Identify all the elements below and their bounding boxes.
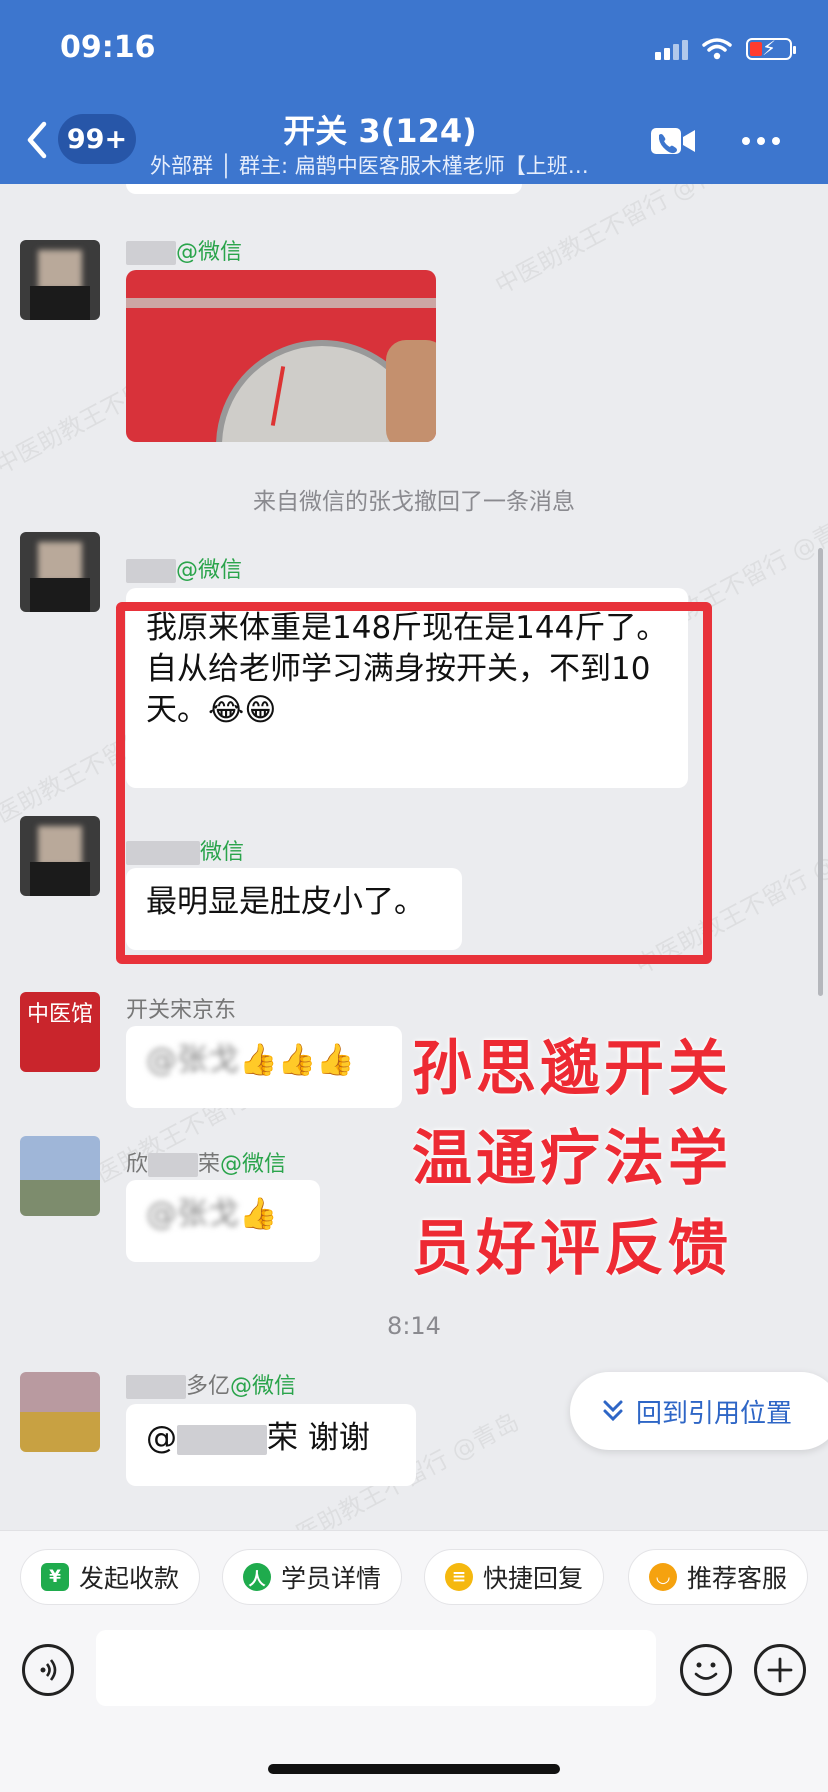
message-bubble[interactable]: @ 荣 谢谢 xyxy=(126,1404,416,1486)
return-to-quote-button[interactable]: 回到引用位置 xyxy=(570,1372,828,1450)
overlay-caption-3: 员好评反馈 xyxy=(412,1214,732,1284)
collect-payment-button[interactable]: ¥ 发起收款 xyxy=(20,1549,201,1605)
status-time: 09:16 xyxy=(60,30,156,65)
message-list[interactable]: 中医助教王不留行 @青岛 中医助教王不留行 @青岛 中医助教王不留行 @青岛 中… xyxy=(0,184,828,1530)
sender-name: 欣荣@微信 xyxy=(126,1152,287,1177)
user-icon: 人 xyxy=(243,1563,271,1591)
more-options-icon[interactable] xyxy=(742,126,790,156)
message-bubble[interactable]: @张戈👍 xyxy=(126,1180,320,1262)
plus-icon[interactable] xyxy=(754,1644,806,1696)
sender-name: @微信 xyxy=(126,234,242,266)
smile-service-icon: ◡ xyxy=(649,1563,677,1591)
timestamp: 8:14 xyxy=(387,1312,441,1340)
avatar[interactable] xyxy=(20,1136,100,1216)
signal-icon xyxy=(655,38,688,60)
student-details-button[interactable]: 人 学员详情 xyxy=(222,1549,403,1605)
video-call-icon[interactable] xyxy=(650,126,696,156)
chat-subtitle[interactable]: 外部群 │ 群主: 扁鹊中医客服木槿老师【上班… xyxy=(150,150,610,180)
avatar[interactable] xyxy=(20,1372,100,1452)
status-icons: ⚡ xyxy=(655,34,796,64)
double-chevron-down-icon xyxy=(603,1400,623,1422)
sender-name: 开关宋京东 xyxy=(126,998,237,1023)
wifi-icon xyxy=(702,38,732,60)
shield-yen-icon: ¥ xyxy=(41,1563,69,1591)
emoji-icon[interactable] xyxy=(680,1644,732,1696)
sender-name: 多亿@微信 xyxy=(126,1368,296,1400)
return-label: 回到引用位置 xyxy=(636,1398,793,1429)
battery-icon: ⚡ xyxy=(746,36,796,60)
avatar-logo[interactable]: 中医馆 xyxy=(20,992,100,1072)
image-message[interactable] xyxy=(126,270,436,442)
home-indicator[interactable] xyxy=(268,1764,560,1774)
sender-name: @微信 xyxy=(126,552,242,584)
chat-title: 开关 3(124) xyxy=(283,112,477,150)
avatar[interactable] xyxy=(20,816,100,896)
overlay-caption-1: 孙思邈开关 xyxy=(412,1034,732,1104)
scrollbar[interactable] xyxy=(818,548,823,996)
recommend-service-button[interactable]: ◡ 推荐客服 xyxy=(628,1549,809,1605)
previous-bubble xyxy=(126,184,522,194)
quick-reply-button[interactable]: ≡ 快捷回复 xyxy=(424,1549,605,1605)
quick-action-bar: ¥ 发起收款 人 学员详情 ≡ 快捷回复 ◡ 推荐客服 xyxy=(0,1530,828,1631)
highlight-frame xyxy=(116,602,712,964)
voice-input-icon[interactable] xyxy=(22,1644,74,1696)
message-input[interactable] xyxy=(96,1630,656,1706)
avatar[interactable] xyxy=(20,240,100,320)
system-notice: 来自微信的张戈撤回了一条消息 xyxy=(253,489,575,515)
avatar[interactable] xyxy=(20,532,100,612)
overlay-caption-2: 温通疗法学 xyxy=(412,1124,732,1194)
chat-header: 09:16 ⚡ 99+ 开关 3(124) 外部群 │ 群主: 扁鹊中医客服木槿… xyxy=(0,0,828,184)
message-bubble[interactable]: @张戈👍👍👍 xyxy=(126,1026,402,1108)
quick-reply-icon: ≡ xyxy=(445,1563,473,1591)
watermark: 中医助教王不留行 @青岛 xyxy=(490,184,744,300)
